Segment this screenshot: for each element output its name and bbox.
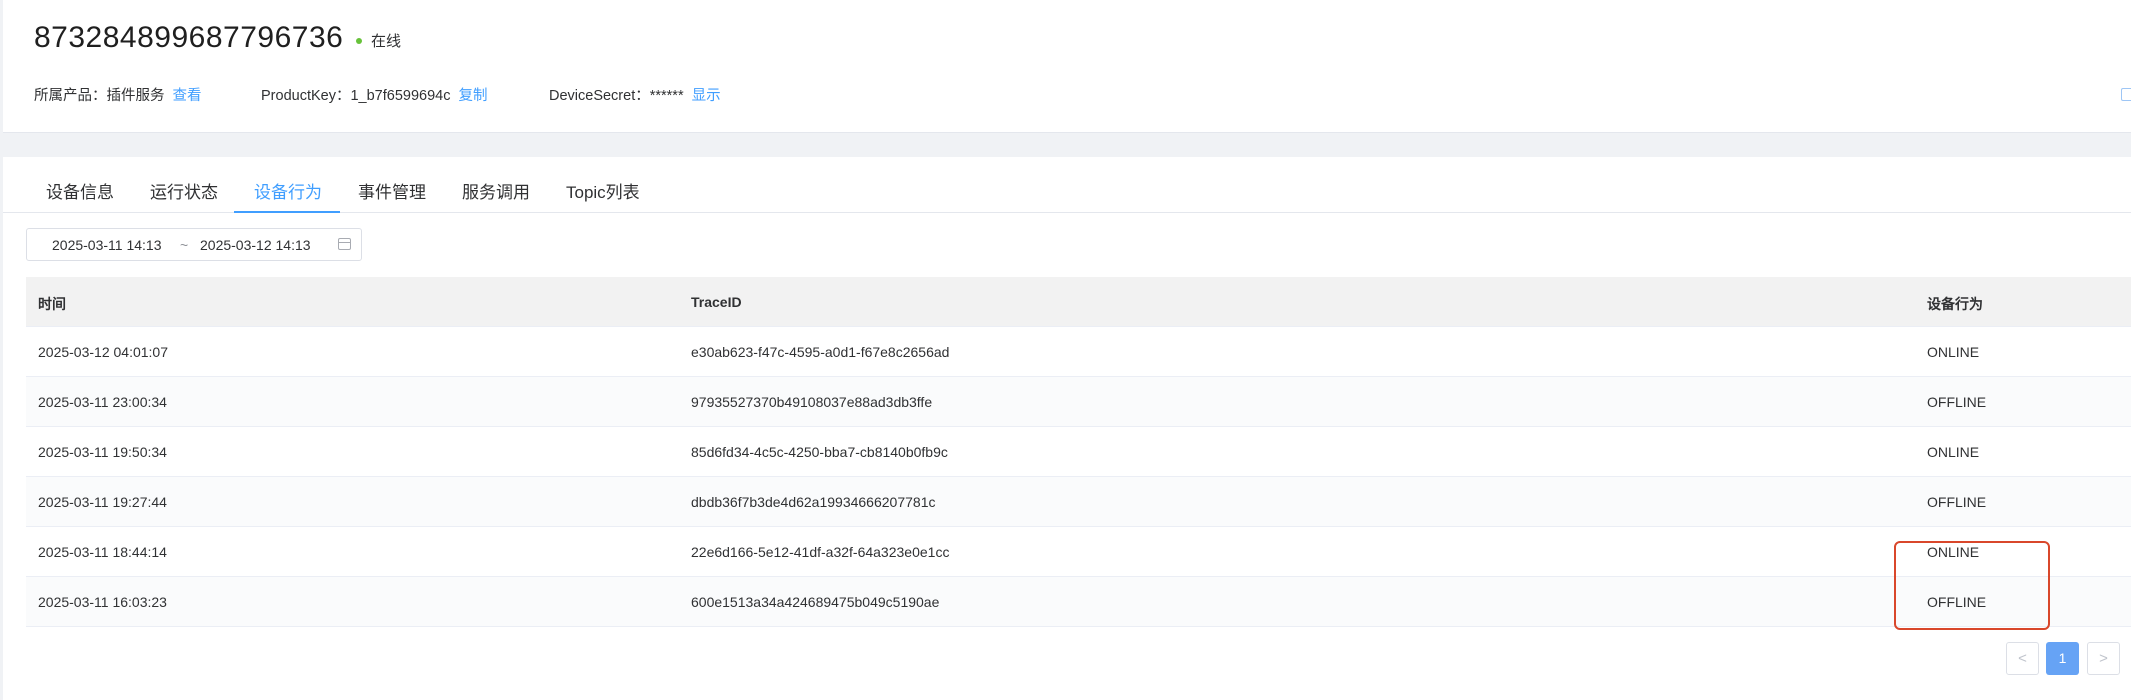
device-header: 873284899687796736 在线 所属产品：插件服务 查看 Produc… [3,0,2131,133]
product-key-value: 1_b7f6599694c [350,88,451,104]
online-status-dot [356,37,362,44]
table-header: 时间 TraceID 设备行为 [26,277,2131,327]
status-indicator: 在线 [356,30,401,51]
tab-service-call[interactable]: 服务调用 [462,178,530,203]
cell-behavior: ONLINE [1927,344,1980,360]
table-row: 2025-03-11 16:03:23 600e1513a34a42468947… [26,577,2131,627]
table-row: 2025-03-11 19:50:34 85d6fd34-4c5c-4250-b… [26,427,2131,477]
cell-time: 2025-03-11 18:44:14 [38,544,167,560]
cell-traceid: 97935527370b49108037e88ad3db3ffe [691,394,933,410]
tab-device-behavior[interactable]: 设备行为 [254,178,322,203]
device-secret-info: DeviceSecret：****** 显示 [549,84,721,105]
calendar-icon[interactable] [338,238,351,250]
product-key-info: ProductKey：1_b7f6599694c 复制 [261,84,487,105]
cell-traceid: 22e6d166-5e12-41df-a32f-64a323e0e1cc [691,544,950,560]
table-row: 2025-03-12 04:01:07 e30ab623-f47c-4595-a… [26,327,2131,377]
page-1-button[interactable]: 1 [2046,642,2079,675]
product-value: 插件服务 [106,88,165,104]
device-secret-value: ****** [649,88,684,104]
behavior-table: 时间 TraceID 设备行为 2025-03-12 04:01:07 e30a… [26,277,2131,627]
tab-topic-list[interactable]: Topic列表 [566,178,640,203]
product-label: 所属产品： [34,88,107,104]
cell-behavior: ONLINE [1927,544,1980,560]
product-key-label: ProductKey： [261,88,351,104]
document-icon[interactable] [2121,88,2131,101]
copy-key-link[interactable]: 复制 [458,88,487,104]
cell-traceid: 600e1513a34a424689475b049c5190ae [691,594,940,610]
tab-runtime-status[interactable]: 运行状态 [150,178,218,203]
cell-time: 2025-03-11 19:27:44 [38,494,167,510]
cell-traceid: dbdb36f7b3de4d62a19934666207781c [691,494,936,510]
date-end-input[interactable]: 2025-03-12 14:13 [200,237,311,253]
table-row: 2025-03-11 19:27:44 dbdb36f7b3de4d62a199… [26,477,2131,527]
date-range-picker[interactable]: 2025-03-11 14:13 ~ 2025-03-12 14:13 [26,228,362,261]
cell-time: 2025-03-12 04:01:07 [38,344,168,360]
cell-time: 2025-03-11 19:50:34 [38,444,167,460]
cell-behavior: OFFLINE [1927,594,1987,610]
table-row: 2025-03-11 18:44:14 22e6d166-5e12-41df-a… [26,527,2131,577]
date-start-input[interactable]: 2025-03-11 14:13 [52,237,162,253]
column-header-traceid: TraceID [691,294,742,310]
show-secret-link[interactable]: 显示 [692,88,721,104]
next-page-button[interactable]: > [2087,642,2120,675]
tab-device-info[interactable]: 设备信息 [46,178,114,203]
cell-traceid: 85d6fd34-4c5c-4250-bba7-cb8140b0fb9c [691,444,948,460]
prev-page-button[interactable]: < [2006,642,2039,675]
active-tab-indicator [234,211,340,213]
tab-bar: 设备信息 运行状态 设备行为 事件管理 服务调用 Topic列表 [3,157,2131,213]
cell-behavior: OFFLINE [1927,494,1987,510]
cell-behavior: ONLINE [1927,444,1980,460]
status-text: 在线 [371,33,402,50]
cell-behavior: OFFLINE [1927,394,1987,410]
view-product-link[interactable]: 查看 [173,88,202,104]
cell-time: 2025-03-11 16:03:23 [38,594,167,610]
column-header-behavior: 设备行为 [1927,296,1983,312]
cell-time: 2025-03-11 23:00:34 [38,394,167,410]
product-info: 所属产品：插件服务 查看 [34,84,202,105]
device-secret-label: DeviceSecret： [549,88,650,104]
table-row: 2025-03-11 23:00:34 97935527370b49108037… [26,377,2131,427]
date-separator: ~ [180,237,189,253]
tab-event-management[interactable]: 事件管理 [358,178,426,203]
column-header-time: 时间 [38,296,66,312]
cell-traceid: e30ab623-f47c-4595-a0d1-f67e8c2656ad [691,344,950,360]
device-id-title: 873284899687796736 [34,21,344,54]
